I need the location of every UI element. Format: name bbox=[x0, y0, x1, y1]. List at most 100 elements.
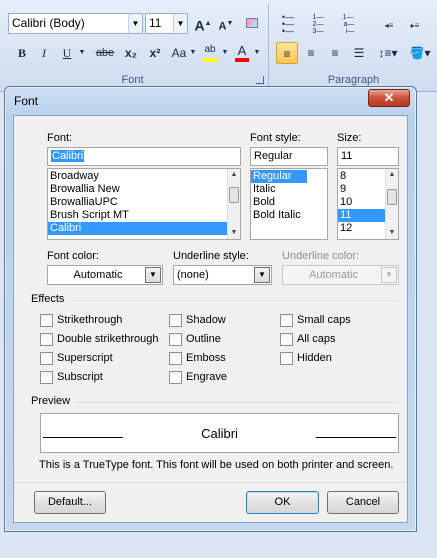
font-style-list[interactable]: Regular Italic Bold Bold Italic bbox=[250, 168, 328, 240]
align-left-icon: ≡ bbox=[283, 47, 291, 61]
checkbox-box[interactable] bbox=[40, 371, 53, 384]
effects-divider bbox=[72, 300, 399, 301]
strikethrough-checkbox[interactable]: Strikethrough bbox=[40, 314, 122, 328]
list-item[interactable]: Browallia New bbox=[48, 183, 240, 196]
hidden-checkbox[interactable]: Hidden bbox=[280, 352, 332, 366]
bullets-button[interactable]: •— •— •— bbox=[276, 13, 300, 36]
checkbox-box[interactable] bbox=[169, 333, 182, 346]
font-name-input[interactable]: Calibri bbox=[47, 147, 241, 166]
checkbox-box[interactable] bbox=[280, 352, 293, 365]
align-center-icon: ≡ bbox=[307, 46, 315, 60]
chevron-down-icon[interactable]: ▼ bbox=[173, 14, 187, 33]
ribbon: Calibri (Body) ▼ 11 ▼ A▲ A▼ B I U ▼ abe … bbox=[0, 0, 437, 92]
size-list[interactable]: 8 9 10 11 12 ▲ ▼ bbox=[337, 168, 399, 240]
chevron-down-icon[interactable]: ▼ bbox=[76, 42, 88, 64]
preview-divider bbox=[74, 402, 399, 403]
font-size-box[interactable]: 11 ▼ bbox=[145, 13, 188, 34]
dialog-titlebar[interactable]: Font ✕ bbox=[5, 87, 416, 115]
chevron-down-icon[interactable]: ▼ bbox=[252, 42, 262, 64]
font-style-label: Font style: bbox=[250, 132, 301, 144]
list-item[interactable]: Italic bbox=[251, 183, 327, 196]
strikethrough-button[interactable]: abe bbox=[92, 42, 118, 64]
cancel-button[interactable]: Cancel bbox=[327, 491, 399, 514]
checkbox-box[interactable] bbox=[280, 333, 293, 346]
chevron-down-icon[interactable]: ▼ bbox=[188, 42, 198, 64]
chevron-down-icon[interactable]: ▼ bbox=[220, 42, 230, 64]
chevron-down-icon: ▼ bbox=[381, 267, 397, 283]
checkbox-box[interactable] bbox=[40, 352, 53, 365]
ok-button[interactable]: OK bbox=[246, 491, 319, 514]
decrease-indent-button[interactable]: ◂≡ bbox=[378, 13, 400, 35]
superscript-button[interactable]: x² bbox=[144, 42, 166, 64]
font-color-button[interactable]: A bbox=[232, 42, 252, 64]
scroll-thumb[interactable] bbox=[387, 189, 397, 205]
size-input[interactable]: 11 bbox=[337, 147, 399, 166]
multilevel-list-button[interactable]: 1— a— i— bbox=[336, 13, 360, 35]
shrink-font-button[interactable]: A▼ bbox=[215, 13, 237, 35]
underline-button[interactable]: U bbox=[57, 42, 77, 64]
list-item-selected[interactable]: 11 bbox=[338, 209, 385, 222]
chevron-down-icon[interactable]: ▼ bbox=[128, 14, 142, 33]
chevron-down-icon[interactable]: ▼ bbox=[145, 267, 161, 283]
checkbox-box[interactable] bbox=[169, 352, 182, 365]
all-caps-label: All caps bbox=[297, 333, 336, 345]
list-item-selected[interactable]: Calibri bbox=[48, 222, 227, 235]
italic-button[interactable]: I bbox=[34, 42, 54, 64]
bold-button[interactable]: B bbox=[12, 42, 32, 64]
size-list-scrollbar[interactable]: ▲ ▼ bbox=[385, 169, 398, 239]
clear-formatting-button[interactable] bbox=[241, 13, 263, 35]
list-item[interactable]: Bold Italic bbox=[251, 209, 327, 222]
font-list-scrollbar[interactable]: ▲ ▼ bbox=[227, 169, 240, 239]
engrave-checkbox[interactable]: Engrave bbox=[169, 371, 227, 385]
superscript-checkbox[interactable]: Superscript bbox=[40, 352, 113, 366]
font-name-value: Calibri (Body) bbox=[12, 16, 85, 30]
chevron-down-icon[interactable]: ▼ bbox=[254, 267, 270, 283]
font-color-select[interactable]: Automatic ▼ bbox=[47, 265, 163, 285]
emboss-checkbox[interactable]: Emboss bbox=[169, 352, 226, 366]
scroll-down-icon[interactable]: ▼ bbox=[386, 227, 398, 239]
scroll-down-icon[interactable]: ▼ bbox=[228, 227, 240, 239]
subscript-button[interactable]: x₂ bbox=[120, 42, 142, 64]
align-right-button[interactable]: ≡ bbox=[324, 42, 346, 64]
superscript-label: Superscript bbox=[57, 352, 113, 364]
shading-button[interactable]: 🪣▾ bbox=[406, 42, 434, 64]
scroll-thumb[interactable] bbox=[229, 187, 239, 203]
double-strikethrough-checkbox[interactable]: Double strikethrough bbox=[40, 333, 159, 347]
checkbox-box[interactable] bbox=[40, 333, 53, 346]
scroll-up-icon[interactable]: ▲ bbox=[386, 169, 398, 181]
increase-indent-button[interactable]: ▸≡ bbox=[404, 13, 426, 35]
list-item[interactable]: Broadway bbox=[48, 170, 240, 183]
list-item[interactable]: Bold bbox=[251, 196, 327, 209]
font-list[interactable]: Broadway Browallia New BrowalliaUPC Brus… bbox=[47, 168, 241, 240]
checkbox-box[interactable] bbox=[40, 314, 53, 327]
font-name-box[interactable]: Calibri (Body) ▼ bbox=[8, 13, 143, 34]
numbering-button[interactable]: 1— 2— 3— bbox=[306, 13, 330, 35]
justify-button[interactable]: ☰ bbox=[348, 42, 370, 64]
close-button[interactable]: ✕ bbox=[368, 89, 410, 107]
underline-style-select[interactable]: (none) ▼ bbox=[173, 265, 272, 285]
change-case-button[interactable]: Aa bbox=[168, 42, 190, 64]
align-center-button[interactable]: ≡ bbox=[300, 42, 322, 64]
align-left-button[interactable]: ≡ bbox=[276, 42, 298, 64]
highlight-button[interactable]: ab bbox=[200, 42, 220, 64]
line-spacing-button[interactable]: ↕≡▾ bbox=[374, 42, 402, 64]
all-caps-checkbox[interactable]: All caps bbox=[280, 333, 336, 347]
font-style-input[interactable]: Regular bbox=[250, 147, 328, 166]
subscript-checkbox[interactable]: Subscript bbox=[40, 371, 103, 385]
checkbox-box[interactable] bbox=[169, 371, 182, 384]
list-item[interactable]: BrowalliaUPC bbox=[48, 196, 240, 209]
checkbox-box[interactable] bbox=[169, 314, 182, 327]
emboss-label: Emboss bbox=[186, 352, 226, 364]
default-button[interactable]: Default... bbox=[34, 491, 106, 514]
scroll-up-icon[interactable]: ▲ bbox=[228, 169, 240, 181]
list-item-selected[interactable]: Regular bbox=[251, 170, 307, 183]
list-item[interactable]: Brush Script MT bbox=[48, 209, 240, 222]
preview-text: Calibri bbox=[201, 426, 238, 441]
checkbox-box[interactable] bbox=[280, 314, 293, 327]
small-caps-checkbox[interactable]: Small caps bbox=[280, 314, 351, 328]
outline-checkbox[interactable]: Outline bbox=[169, 333, 221, 347]
grow-font-button[interactable]: A▲ bbox=[192, 13, 214, 35]
shadow-checkbox[interactable]: Shadow bbox=[169, 314, 226, 328]
font-group-label: Font bbox=[121, 74, 144, 86]
dialog-launcher-icon[interactable] bbox=[256, 76, 264, 84]
